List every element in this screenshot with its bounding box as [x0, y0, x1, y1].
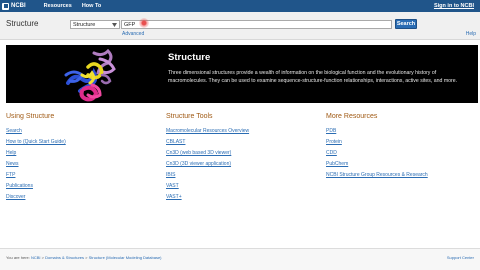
database-select[interactable]: Structure — [70, 20, 120, 29]
link-how-to[interactable]: How to (Quick Start Guide) — [6, 137, 66, 148]
structure-banner: Structure Three dimensional structures p… — [6, 45, 478, 103]
link-macromolecular-resources[interactable]: Macromolecular Resources Overview — [166, 126, 249, 137]
link-pubchem[interactable]: PubChem — [326, 159, 428, 170]
column-heading: More Resources — [326, 113, 378, 120]
database-select-value: Structure — [73, 21, 96, 28]
column-heading: Structure Tools — [166, 113, 213, 120]
protein-structure-image — [64, 48, 116, 102]
banner-title: Structure — [168, 52, 211, 63]
top-nav-bar: NCBI Resources How To Sign in to NCBI — [0, 0, 480, 12]
link-ibis[interactable]: IBIS — [166, 170, 249, 181]
link-protein[interactable]: Protein — [326, 137, 428, 148]
top-nav-menu: Resources How To — [44, 3, 102, 9]
breadcrumb-domains[interactable]: Domains & Structures — [45, 255, 84, 260]
banner-description: Three dimensional structures provide a w… — [168, 70, 458, 84]
link-vast-plus[interactable]: VAST+ — [166, 192, 249, 203]
link-search[interactable]: Search — [6, 126, 66, 137]
link-ftp[interactable]: FTP — [6, 170, 66, 181]
breadcrumb-structure[interactable]: Structure (Molecular Modeling Database) — [89, 255, 162, 260]
ncbi-logo-text: NCBI — [11, 3, 26, 9]
link-discover[interactable]: Discover — [6, 192, 66, 203]
breadcrumb-prefix: You are here: — [6, 255, 31, 260]
ncbi-logo[interactable]: NCBI — [0, 0, 30, 12]
structure-tools-column: Structure Tools Macromolecular Resources… — [166, 113, 249, 203]
search-bar: Structure Structure GFP Search Advanced … — [0, 12, 480, 40]
link-vast[interactable]: VAST — [166, 181, 249, 192]
dropdown-arrow-icon — [112, 22, 117, 27]
search-query: GFP — [124, 21, 136, 28]
breadcrumb-ncbi[interactable]: NCBI — [31, 255, 41, 260]
help-link[interactable]: Help — [466, 31, 476, 37]
using-structure-column: Using Structure Search How to (Quick Sta… — [6, 113, 66, 203]
link-structure-group[interactable]: NCBI Structure Group Resources & Researc… — [326, 170, 428, 181]
database-title: Structure — [6, 19, 39, 28]
link-news[interactable]: News — [6, 159, 66, 170]
link-publications[interactable]: Publications — [6, 181, 66, 192]
column-heading: Using Structure — [6, 113, 55, 120]
advanced-search-link[interactable]: Advanced — [122, 31, 144, 37]
resources-menu[interactable]: Resources — [44, 3, 72, 9]
search-button[interactable]: Search — [395, 19, 417, 29]
support-center-link[interactable]: Support Center — [447, 255, 474, 260]
breadcrumb: You are here: NCBI > Domains & Structure… — [6, 255, 162, 260]
link-pdb[interactable]: PDB — [326, 126, 428, 137]
how-to-menu[interactable]: How To — [82, 3, 101, 9]
footer: You are here: NCBI > Domains & Structure… — [0, 248, 480, 270]
sign-in-link[interactable]: Sign in to NCBI — [434, 3, 474, 9]
link-help[interactable]: Help — [6, 148, 66, 159]
link-cblast[interactable]: CBLAST — [166, 137, 249, 148]
link-cn3d-app[interactable]: Cn3D (3D viewer application) — [166, 159, 249, 170]
mouse-cursor-highlight — [139, 18, 149, 28]
link-cn3d-web[interactable]: Cn3D (web based 3D viewer) — [166, 148, 249, 159]
more-resources-column: More Resources PDB Protein CDD PubChem N… — [326, 113, 428, 181]
search-input[interactable]: GFP — [121, 20, 392, 29]
ncbi-logo-icon — [2, 2, 9, 10]
link-cdd[interactable]: CDD — [326, 148, 428, 159]
